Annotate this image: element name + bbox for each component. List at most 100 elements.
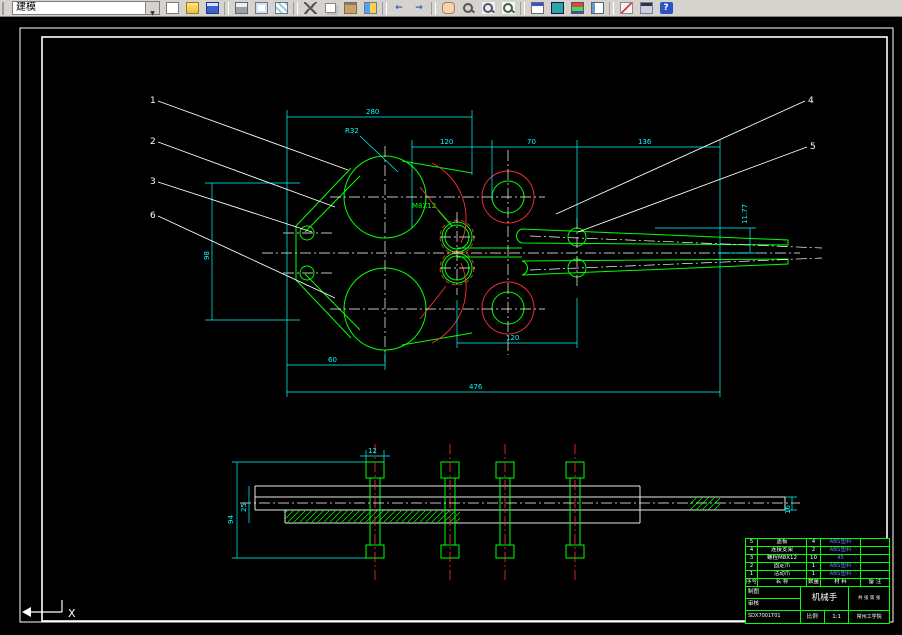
properties-icon[interactable] bbox=[527, 1, 547, 16]
parts-list-cell-qty: 4 bbox=[807, 539, 821, 547]
parts-list-cell-note bbox=[861, 555, 889, 563]
plot-preview-icon[interactable] bbox=[251, 1, 271, 16]
parts-list-row: 4 连接支架 2 ABS塑料 bbox=[746, 547, 889, 555]
parts-list-row: 1 活动爪 1 ABS塑料 bbox=[746, 571, 889, 579]
dim-280: 280 bbox=[366, 108, 379, 116]
markup-icon[interactable] bbox=[616, 1, 636, 16]
balloon-2: 2 bbox=[150, 137, 156, 147]
title-block: 5 盖板 4 ABS塑料 4 连接支架 2 ABS塑料 3 螺栓M8X12 10 45 2 固定爪 1 ABS… bbox=[745, 538, 890, 624]
dim-16: 16 bbox=[784, 505, 792, 514]
parts-list-cell-note: 备 注 bbox=[861, 579, 889, 587]
toolbar-separator bbox=[382, 1, 387, 15]
tool-palettes-icon[interactable] bbox=[567, 1, 587, 16]
parts-list-cell-qty: 1 bbox=[807, 571, 821, 579]
dim-94: 94 bbox=[227, 515, 235, 524]
section-view: 12 25 94 16 bbox=[227, 444, 800, 580]
dim-thread: M8X12 bbox=[412, 202, 436, 210]
parts-list-cell-note bbox=[861, 547, 889, 555]
doc-number: SDX7001T01 bbox=[748, 613, 781, 619]
parts-list-cell-material: ABS塑料 bbox=[821, 539, 861, 547]
undo-icon[interactable] bbox=[389, 1, 409, 16]
dim-1177: 11.77 bbox=[741, 204, 749, 224]
scale-label: 比例 bbox=[806, 614, 818, 620]
dim-12: 12 bbox=[368, 447, 377, 455]
drafter-label: 制图 bbox=[746, 587, 800, 599]
parts-list-cell-qty: 10 bbox=[807, 555, 821, 563]
part-name: 机械手 bbox=[800, 587, 849, 611]
parts-list-cell-qty: 2 bbox=[807, 547, 821, 555]
parts-list-cell-material: 材 料 bbox=[821, 579, 861, 587]
dim-476: 476 bbox=[469, 383, 483, 391]
parts-list-cell-material: ABS塑料 bbox=[821, 547, 861, 555]
parts-list-cell-note bbox=[861, 539, 889, 547]
parts-list: 5 盖板 4 ABS塑料 4 连接支架 2 ABS塑料 3 螺栓M8X12 10 45 2 固定爪 1 ABS… bbox=[746, 539, 889, 587]
dim-120: 120 bbox=[440, 138, 453, 146]
dim-25: 25 bbox=[240, 503, 248, 512]
signature-column: 制图 审核 SDX7001T01 bbox=[746, 587, 801, 623]
parts-list-row: 3 螺栓M8X12 10 45 bbox=[746, 555, 889, 563]
parts-list-cell-note bbox=[861, 571, 889, 579]
dim-136: 136 bbox=[638, 138, 652, 146]
design-center-icon[interactable] bbox=[547, 1, 567, 16]
org-column: 共 张 第 张 常州工学院 bbox=[849, 587, 889, 623]
parts-list-cell-name: 连接支架 bbox=[758, 547, 807, 555]
title-block-lower: 制图 审核 SDX7001T01 机械手 比例 1:1 共 张 第 张 常州工学… bbox=[746, 587, 889, 623]
help-icon[interactable] bbox=[656, 1, 676, 16]
toolbar-grip[interactable] bbox=[2, 1, 8, 15]
dim-r32: R32 bbox=[345, 127, 359, 135]
pan-icon[interactable] bbox=[438, 1, 458, 16]
toolbar-icons bbox=[162, 0, 676, 16]
zoom-realtime-icon[interactable] bbox=[458, 1, 478, 16]
parts-list-cell-no: 5 bbox=[746, 539, 758, 547]
dim-70: 70 bbox=[527, 138, 536, 146]
new-file-icon[interactable] bbox=[162, 1, 182, 16]
balloon-1: 1 bbox=[150, 96, 156, 106]
parts-list-cell-material: ABS塑料 bbox=[821, 571, 861, 579]
chevron-down-icon[interactable] bbox=[145, 2, 159, 14]
toolbar-separator bbox=[431, 1, 436, 15]
open-icon[interactable] bbox=[182, 1, 202, 16]
cut-icon[interactable] bbox=[300, 1, 320, 16]
parts-list-cell-material: ABS塑料 bbox=[821, 563, 861, 571]
dimensions-top-view: 280 120 70 136 98 R32 M8X12 60 120 476 1… bbox=[203, 108, 756, 397]
parts-list-cell-material: 45 bbox=[821, 555, 861, 563]
parts-list-cell-name: 螺栓M8X12 bbox=[758, 555, 807, 563]
save-icon[interactable] bbox=[202, 1, 222, 16]
checker-label: 审核 bbox=[746, 599, 800, 611]
plot-icon[interactable] bbox=[231, 1, 251, 16]
parts-list-cell-qty: 数量 bbox=[807, 579, 821, 587]
dim-98: 98 bbox=[203, 251, 211, 260]
ucs-x-label: X bbox=[68, 607, 76, 620]
toolbar-separator bbox=[293, 1, 298, 15]
app-window: 建模 X bbox=[0, 0, 902, 635]
scale-value: 1:1 bbox=[823, 611, 848, 623]
dim-60: 60 bbox=[328, 356, 337, 364]
parts-list-cell-name: 固定爪 bbox=[758, 563, 807, 571]
zoom-previous-icon[interactable] bbox=[498, 1, 518, 16]
zoom-window-icon[interactable] bbox=[478, 1, 498, 16]
parts-list-cell-note bbox=[861, 563, 889, 571]
parts-list-cell-name: 盖板 bbox=[758, 539, 807, 547]
paste-icon[interactable] bbox=[340, 1, 360, 16]
workspace-dropdown[interactable]: 建模 bbox=[12, 1, 160, 15]
publish-icon[interactable] bbox=[271, 1, 291, 16]
copy-icon[interactable] bbox=[320, 1, 340, 16]
balloon-5: 5 bbox=[810, 142, 816, 152]
dim-120b: 120 bbox=[506, 334, 519, 342]
workspace-dropdown-value: 建模 bbox=[16, 2, 36, 13]
redo-icon[interactable] bbox=[409, 1, 429, 16]
match-properties-icon[interactable] bbox=[360, 1, 380, 16]
sheet-set-manager-icon[interactable] bbox=[587, 1, 607, 16]
parts-list-cell-name: 活动爪 bbox=[758, 571, 807, 579]
parts-list-cell-no: 序号 bbox=[746, 579, 758, 587]
ucs-icon: X bbox=[22, 600, 76, 620]
toolbar: 建模 bbox=[0, 0, 902, 17]
parts-list-cell-qty: 1 bbox=[807, 563, 821, 571]
toolbar-separator bbox=[224, 1, 229, 15]
quick-calc-icon[interactable] bbox=[636, 1, 656, 16]
organization: 常州工学院 bbox=[856, 614, 882, 620]
part-name-column: 机械手 比例 1:1 bbox=[800, 587, 850, 623]
parts-list-row: 5 盖板 4 ABS塑料 bbox=[746, 539, 889, 547]
parts-list-cell-name: 名 称 bbox=[758, 579, 807, 587]
drawing-area[interactable]: X 280 120 70 136 98 R32 M8X12 60 120 476… bbox=[0, 17, 902, 635]
